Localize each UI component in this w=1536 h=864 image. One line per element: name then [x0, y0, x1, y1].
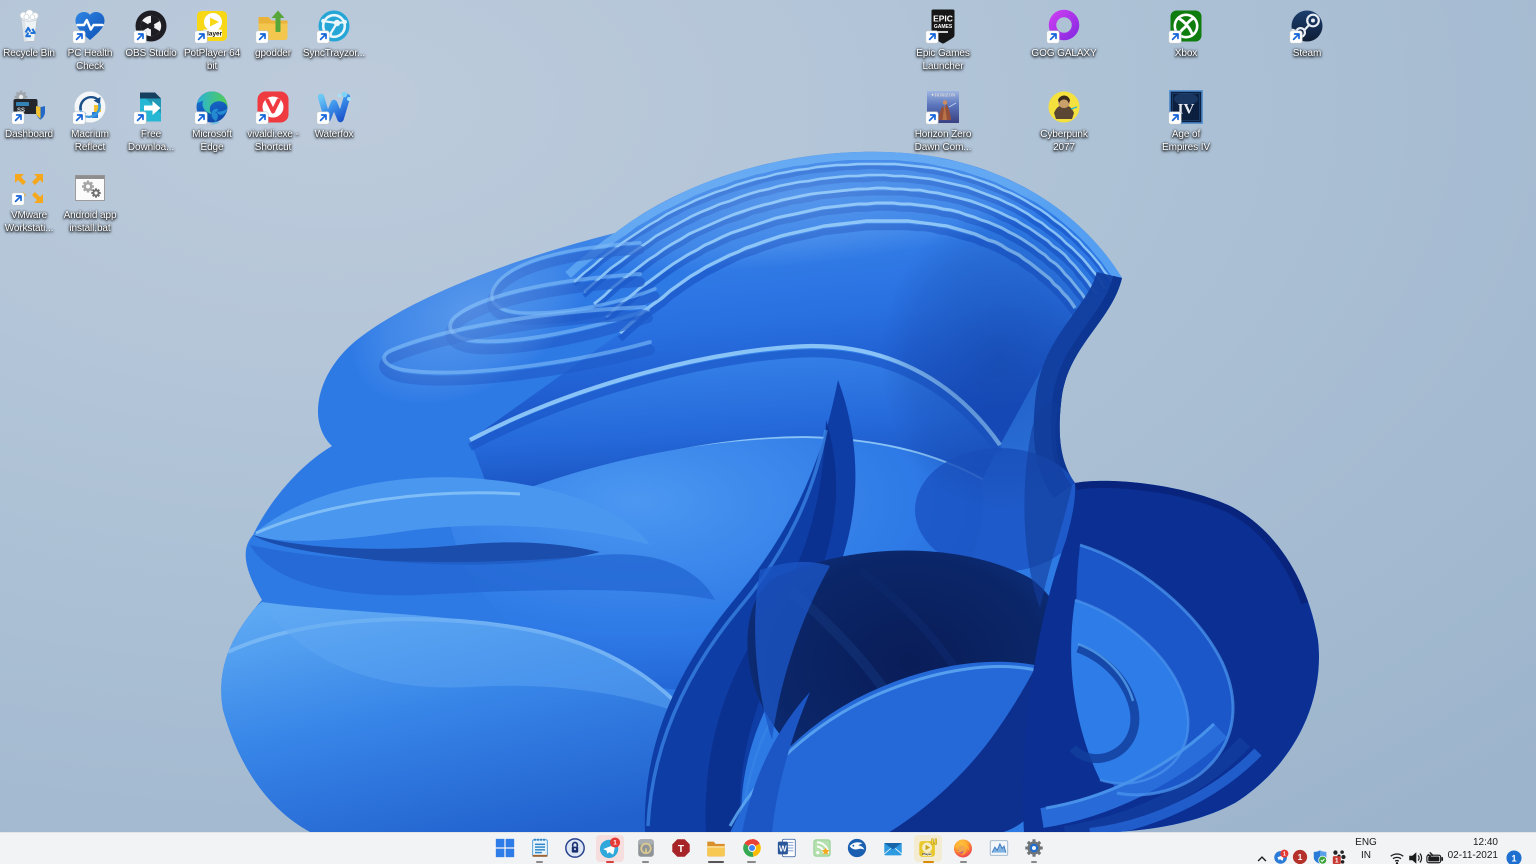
- svg-text:W: W: [779, 844, 787, 853]
- svg-text:EPIC: EPIC: [933, 14, 953, 24]
- svg-text:1: 1: [1298, 852, 1303, 862]
- svg-text:T: T: [678, 843, 685, 854]
- svg-text:✦HORIZON: ✦HORIZON: [931, 93, 956, 98]
- svg-text:Player: Player: [922, 852, 932, 856]
- svg-text:1: 1: [1335, 858, 1339, 864]
- svg-text:1: 1: [1283, 852, 1286, 858]
- svg-text:GAMES: GAMES: [934, 24, 953, 30]
- svg-text:1: 1: [1512, 853, 1517, 863]
- svg-text:1: 1: [613, 839, 617, 846]
